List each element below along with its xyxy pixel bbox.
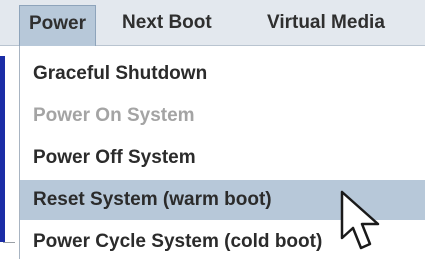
screen: Power Next Boot Virtual Media Graceful S… bbox=[0, 0, 425, 259]
menu-power[interactable]: Power bbox=[19, 5, 97, 46]
background-accent-bar bbox=[0, 56, 5, 242]
background-window-edge bbox=[0, 46, 20, 259]
menu-item-power-off-system[interactable]: Power Off System bbox=[20, 138, 425, 178]
background-divider bbox=[3, 242, 15, 245]
mouse-pointer-icon bbox=[340, 190, 380, 250]
menubar: Power Next Boot Virtual Media bbox=[0, 0, 425, 46]
menu-next-boot[interactable]: Next Boot bbox=[113, 5, 221, 41]
menu-item-graceful-shutdown[interactable]: Graceful Shutdown bbox=[20, 54, 425, 94]
menu-virtual-media[interactable]: Virtual Media bbox=[258, 5, 394, 41]
menu-item-power-on-system: Power On System bbox=[33, 105, 195, 126]
